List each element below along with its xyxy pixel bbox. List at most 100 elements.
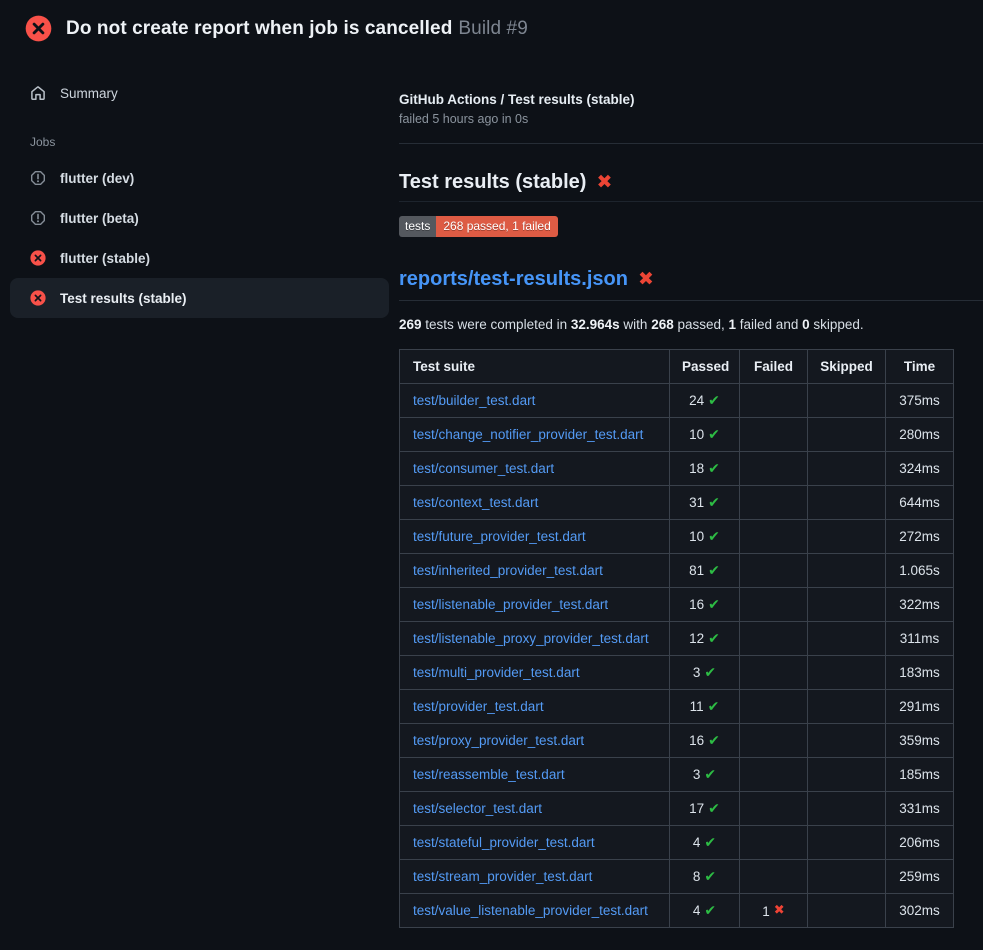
summary-text: skipped.: [810, 317, 864, 332]
sidebar-job-item[interactable]: flutter (beta): [10, 198, 389, 238]
suite-link[interactable]: test/reassemble_test.dart: [413, 767, 565, 782]
check-icon: ✔: [704, 835, 716, 851]
passed-cell: 8✔: [670, 860, 740, 894]
sidebar-item-summary[interactable]: Summary: [10, 73, 389, 113]
suite-link[interactable]: test/context_test.dart: [413, 495, 538, 510]
summary-text: failed and: [736, 317, 802, 332]
suite-link[interactable]: test/listenable_provider_test.dart: [413, 597, 608, 612]
breadcrumb: GitHub Actions / Test results (stable): [399, 92, 983, 107]
table-row: test/value_listenable_provider_test.dart…: [400, 894, 954, 928]
failed-cell: [740, 554, 808, 588]
table-row: test/future_provider_test.dart 10✔ 272ms: [400, 520, 954, 554]
time-cell: 280ms: [886, 418, 954, 452]
table-row: test/proxy_provider_test.dart 16✔ 359ms: [400, 724, 954, 758]
failed-cell: [740, 826, 808, 860]
page-header: Do not create report when job is cancell…: [0, 0, 983, 56]
run-status-line: failed 5 hours ago in 0s: [399, 112, 983, 126]
section-title-text: Test results (stable): [399, 171, 586, 193]
time-cell: 324ms: [886, 452, 954, 486]
passed-count: 4: [693, 903, 701, 918]
passed-count: 11: [690, 699, 704, 714]
check-icon: ✔: [708, 699, 720, 715]
failed-cell: [740, 588, 808, 622]
failed-x-circle-icon: [30, 250, 46, 266]
passed-cell: 81✔: [670, 554, 740, 588]
suite-link[interactable]: test/consumer_test.dart: [413, 461, 554, 476]
check-run-page: Do not create report when job is cancell…: [0, 0, 983, 928]
check-icon: ✔: [704, 903, 716, 919]
suite-link[interactable]: test/builder_test.dart: [413, 393, 535, 408]
suite-link[interactable]: test/selector_test.dart: [413, 801, 542, 816]
sidebar-job-item[interactable]: flutter (stable): [10, 238, 389, 278]
column-header-skipped: Skipped: [808, 350, 886, 384]
passed-count: 16: [689, 733, 704, 748]
table-row: test/stateful_provider_test.dart 4✔ 206m…: [400, 826, 954, 860]
suite-link[interactable]: test/future_provider_test.dart: [413, 529, 586, 544]
tests-badge[interactable]: tests 268 passed, 1 failed: [399, 216, 558, 237]
suite-link[interactable]: test/stream_provider_test.dart: [413, 869, 592, 884]
suite-link[interactable]: test/inherited_provider_test.dart: [413, 563, 603, 578]
check-icon: ✔: [708, 427, 720, 443]
failed-x-icon: ✖: [596, 171, 612, 193]
table-row: test/listenable_provider_test.dart 16✔ 3…: [400, 588, 954, 622]
passed-cell: 16✔: [670, 724, 740, 758]
results-table-header: Test suite Passed Failed Skipped Time: [400, 350, 954, 384]
table-row: test/change_notifier_provider_test.dart …: [400, 418, 954, 452]
job-label: Test results (stable): [60, 291, 187, 306]
sidebar-job-item[interactable]: flutter (dev): [10, 158, 389, 198]
table-row: test/inherited_provider_test.dart 81✔ 1.…: [400, 554, 954, 588]
stale-octagon-icon: [30, 210, 46, 226]
passed-cell: 4✔: [670, 826, 740, 860]
skipped-cell: [808, 588, 886, 622]
check-icon: ✔: [708, 631, 720, 647]
page-title: Do not create report when job is cancell…: [66, 18, 452, 39]
stale-octagon-icon: [30, 170, 46, 186]
suite-link[interactable]: test/multi_provider_test.dart: [413, 665, 580, 680]
passed-count: 8: [693, 869, 701, 884]
x-icon: ✖: [774, 903, 785, 918]
suite-link[interactable]: test/proxy_provider_test.dart: [413, 733, 584, 748]
failed-cell: [740, 860, 808, 894]
skipped-cell: [808, 656, 886, 690]
suite-link[interactable]: test/change_notifier_provider_test.dart: [413, 427, 643, 442]
section-title: Test results (stable) ✖: [399, 171, 983, 202]
check-icon: ✔: [704, 869, 716, 885]
column-header-failed: Failed: [740, 350, 808, 384]
passed-cell: 3✔: [670, 758, 740, 792]
check-icon: ✔: [708, 461, 720, 477]
job-label: flutter (beta): [60, 211, 139, 226]
time-cell: 644ms: [886, 486, 954, 520]
column-header-passed: Passed: [670, 350, 740, 384]
report-title-link[interactable]: reports/test-results.json: [399, 268, 628, 290]
sidebar-job-item[interactable]: Test results (stable): [10, 278, 389, 318]
passed-count: 4: [693, 835, 701, 850]
suite-link[interactable]: test/value_listenable_provider_test.dart: [413, 903, 648, 918]
skipped-cell: [808, 894, 886, 928]
failed-cell: [740, 792, 808, 826]
time-cell: 302ms: [886, 894, 954, 928]
suite-link[interactable]: test/stateful_provider_test.dart: [413, 835, 595, 850]
skipped-cell: [808, 860, 886, 894]
job-label: flutter (stable): [60, 251, 150, 266]
summary-number: 268: [651, 317, 674, 332]
passed-count: 24: [689, 393, 704, 408]
passed-cell: 31✔: [670, 486, 740, 520]
time-cell: 311ms: [886, 622, 954, 656]
skipped-cell: [808, 520, 886, 554]
check-icon: ✔: [708, 393, 720, 409]
failed-cell: [740, 486, 808, 520]
suite-link[interactable]: test/provider_test.dart: [413, 699, 544, 714]
summary-number: 0: [802, 317, 810, 332]
passed-count: 3: [693, 767, 701, 782]
content-layout: Summary Jobs flutter (dev): [0, 56, 983, 928]
suite-link[interactable]: test/listenable_proxy_provider_test.dart: [413, 631, 649, 646]
skipped-cell: [808, 554, 886, 588]
passed-count: 12: [689, 631, 704, 646]
table-row: test/reassemble_test.dart 3✔ 185ms: [400, 758, 954, 792]
summary-number: 1: [729, 317, 737, 332]
build-number: Build #9: [458, 18, 527, 39]
skipped-cell: [808, 724, 886, 758]
column-header-test-suite: Test suite: [400, 350, 670, 384]
failed-status-icon: [25, 15, 52, 42]
summary-text: with: [620, 317, 652, 332]
